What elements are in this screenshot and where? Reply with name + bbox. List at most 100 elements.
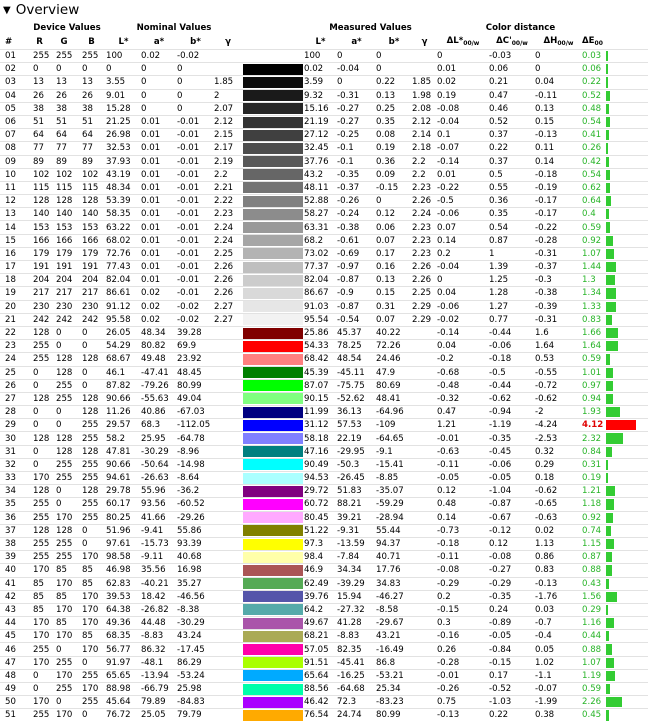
measured-gamma-cell xyxy=(412,391,437,406)
delta-e-value: 0.03 xyxy=(582,48,604,63)
delta-c-cell: 0.21 xyxy=(489,75,535,90)
nominal-b-cell: -53.24 xyxy=(177,668,214,683)
delta-e-bar xyxy=(606,473,608,484)
table-row: 21 242 242 242 95.58 0.02 -0.02 2.27 95.54 -0.54 0… xyxy=(0,312,648,327)
device-r-cell: 0 xyxy=(28,418,51,432)
delta-l-cell: 1.21 xyxy=(437,418,489,432)
measured-l-cell: 87.07 xyxy=(304,378,337,393)
delta-c-cell: 0.06 xyxy=(489,62,535,76)
device-g-cell: 128 xyxy=(51,444,77,459)
delta-h-cell: -0.13 xyxy=(535,128,582,142)
nominal-l-cell: 21.25 xyxy=(106,114,141,129)
delta-l-cell: -0.2 xyxy=(437,352,489,366)
color-swatch xyxy=(243,248,303,260)
nominal-b-cell: 39.28 xyxy=(177,325,214,340)
nominal-b-cell: 35.27 xyxy=(177,576,214,591)
measured-l-cell: 25.86 xyxy=(304,325,337,340)
device-b-cell: 51 xyxy=(77,114,106,129)
nominal-gamma-cell: 2 xyxy=(214,88,242,103)
color-swatch-cell xyxy=(242,48,304,63)
table-row: 23 255 0 0 54.29 80.82 69.9 54.33 78.25 72.26 0.04… xyxy=(0,339,648,353)
table-row: 26 0 255 0 87.82 -79.26 80.99 87.07 -75.75 80.69-… xyxy=(0,378,648,393)
nominal-gamma-cell xyxy=(214,563,242,577)
measured-l-cell: 52.88 xyxy=(304,194,337,208)
table-row: 37 128 128 0 51.96 -9.41 55.86 51.22 -9.31 55.44-… xyxy=(0,523,648,538)
measured-a-cell: -64.68 xyxy=(337,681,376,696)
color-swatch-cell xyxy=(242,194,304,208)
delta-h-cell: -4.24 xyxy=(535,418,582,432)
color-swatch-cell xyxy=(242,378,304,393)
overview-header[interactable]: ▼ Overview xyxy=(3,0,79,20)
nominal-a-cell: 0 xyxy=(141,75,177,90)
table-row: 18 204 204 204 82.04 0.01 -0.01 2.26 82.04 -0.87 0… xyxy=(0,273,648,287)
measured-l-cell: 57.05 xyxy=(304,642,337,657)
color-swatch-cell xyxy=(242,339,304,353)
measured-l-cell: 11.99 xyxy=(304,405,337,419)
measured-b-cell: 40.22 xyxy=(376,325,412,340)
measured-gamma-cell xyxy=(412,339,437,353)
color-swatch xyxy=(243,287,303,299)
device-r-cell: 170 xyxy=(28,470,51,485)
measured-a-cell: 41.28 xyxy=(337,616,376,630)
table-row: 43 85 170 170 64.38 -26.82 -8.38 64.2 -27.32 -8.5… xyxy=(0,602,648,617)
nominal-gamma-cell xyxy=(214,523,242,538)
collapse-triangle-icon[interactable]: ▼ xyxy=(3,5,11,16)
measured-b-cell: 0.08 xyxy=(376,128,412,142)
row-index: 38 xyxy=(0,536,28,551)
color-swatch-cell xyxy=(242,391,304,406)
delta-e-bar-cell xyxy=(604,655,648,670)
color-swatch xyxy=(243,485,303,497)
color-swatch-cell xyxy=(242,470,304,485)
nominal-a-cell: -66.79 xyxy=(141,681,177,696)
nominal-a-cell: 40.86 xyxy=(141,405,177,419)
nominal-gamma-cell xyxy=(214,655,242,670)
table-row: 27 128 255 128 90.66 -55.63 49.04 90.15 -52.62 48… xyxy=(0,391,648,406)
color-swatch-cell xyxy=(242,589,304,604)
delta-e-bar xyxy=(606,222,611,233)
delta-l-cell: -0.16 xyxy=(437,629,489,643)
delta-e-bar-cell xyxy=(604,167,648,182)
nominal-a-cell: 68.3 xyxy=(141,418,177,432)
delta-h-cell: 0.03 xyxy=(535,602,582,617)
nominal-b-cell: 69.9 xyxy=(177,339,214,353)
table-row: 47 170 255 0 91.97 -48.1 86.29 91.51 -45.41 86.8 -… xyxy=(0,655,648,670)
device-r-cell: 85 xyxy=(28,576,51,591)
delta-e-bar xyxy=(606,420,636,431)
color-swatch-cell xyxy=(242,642,304,657)
nominal-a-cell: -79.26 xyxy=(141,378,177,393)
nominal-b-cell: -0.01 xyxy=(177,246,214,261)
measured-a-cell: -52.62 xyxy=(337,391,376,406)
delta-e-bar xyxy=(606,538,615,550)
measured-a-cell: -27.32 xyxy=(337,602,376,617)
measured-a-cell: 82.35 xyxy=(337,642,376,657)
device-b-cell: 153 xyxy=(77,220,106,235)
delta-l-cell: 0.14 xyxy=(437,510,489,525)
delta-e-bar xyxy=(606,169,610,180)
device-g-cell: 115 xyxy=(51,180,77,195)
color-swatch-cell xyxy=(242,629,304,643)
delta-l-cell: 0.01 xyxy=(437,62,489,76)
nominal-a-cell: 0.01 xyxy=(141,233,177,248)
delta-l-cell: -0.26 xyxy=(437,681,489,696)
measured-gamma-cell xyxy=(412,457,437,472)
measured-a-cell: -0.35 xyxy=(337,167,376,182)
color-swatch xyxy=(243,195,303,207)
delta-c-cell: 0.12 xyxy=(489,536,535,551)
color-swatch xyxy=(243,235,303,247)
color-swatch-cell xyxy=(242,88,304,103)
measured-a-cell: 15.94 xyxy=(337,589,376,604)
delta-e-value: 0.94 xyxy=(582,391,604,406)
nominal-b-cell: -60.52 xyxy=(177,497,214,512)
group-device-values: Device Values xyxy=(33,22,101,33)
delta-e-bar xyxy=(606,446,613,457)
measured-a-cell: -39.29 xyxy=(337,576,376,591)
delta-e-value: 1.44 xyxy=(582,259,604,274)
measured-l-cell: 45.39 xyxy=(304,365,337,380)
delta-e-bar xyxy=(606,433,623,444)
delta-e-bar-cell xyxy=(604,602,648,617)
nominal-l-cell: 90.66 xyxy=(106,391,141,406)
measured-l-cell: 62.49 xyxy=(304,576,337,591)
nominal-a-cell: -30.29 xyxy=(141,444,177,459)
table-row: 44 170 85 170 49.36 44.48 -30.29 49.67 41.28 -29.… xyxy=(0,616,648,630)
measured-l-cell: 9.32 xyxy=(304,88,337,103)
